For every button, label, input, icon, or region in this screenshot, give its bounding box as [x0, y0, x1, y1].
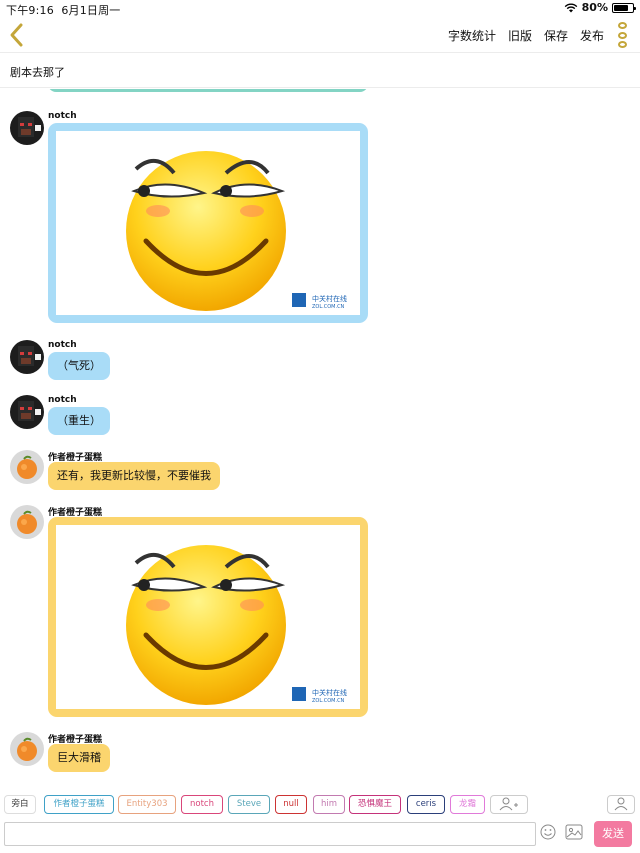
image-frame: 中关村在线 ZOL.COM.CN [56, 131, 360, 315]
watermark-text: 中关村在线 [312, 294, 347, 303]
person-icon [614, 797, 628, 811]
role-chip-fear-lord[interactable]: 恐惧魔王 [349, 795, 401, 814]
more-menu-icon[interactable] [618, 22, 628, 48]
message-input[interactable] [4, 822, 536, 846]
back-arrow-icon[interactable] [6, 21, 28, 49]
battery-level-fill [614, 4, 629, 11]
avatar-author[interactable] [10, 732, 44, 766]
username: notch [48, 111, 77, 121]
role-selector-bar: 旁白 作者橙子蛋糕 Entity303 notch Steve null him… [0, 789, 640, 820]
role-chip-null[interactable]: null [275, 795, 307, 814]
script-title: 剧本去那了 [10, 66, 65, 79]
script-bar[interactable]: 剧本去那了 [0, 54, 640, 88]
smiley-face-image: 中关村在线 ZOL.COM.CN [126, 151, 347, 311]
username: notch [48, 340, 77, 350]
old-version-button[interactable]: 旧版 [508, 27, 532, 44]
role-chip-narrator[interactable]: 旁白 [4, 795, 36, 814]
text-message-bubble[interactable]: 还有，我更新比较慢，不要催我 [48, 462, 220, 490]
text-message-bubble[interactable]: 巨大滑稽 [48, 744, 110, 772]
watermark-sub: ZOL.COM.CN [312, 304, 345, 310]
avatar-notch[interactable] [10, 395, 44, 429]
watermark-sub: ZOL.COM.CN [312, 698, 345, 704]
watermark-text: 中关村在线 [312, 688, 347, 697]
word-count-button[interactable]: 字数统计 [448, 27, 496, 44]
role-chip-him[interactable]: him [313, 795, 345, 814]
add-role-button[interactable] [490, 795, 528, 814]
status-bar: 下午9:16 6月1日周一 80% [0, 0, 640, 17]
nav-bar: 字数统计 旧版 保存 发布 [0, 17, 640, 53]
role-chip-steve[interactable]: Steve [228, 795, 270, 814]
input-bar: 发送 [0, 820, 640, 853]
wifi-icon [564, 3, 577, 12]
save-button[interactable]: 保存 [544, 27, 568, 44]
role-chip-author[interactable]: 作者橙子蛋糕 [44, 795, 114, 814]
send-button[interactable]: 发送 [594, 821, 632, 847]
role-chip-entity303[interactable]: Entity303 [118, 795, 176, 814]
avatar-notch[interactable] [10, 111, 44, 145]
status-date: 6月1日周一 [61, 4, 121, 17]
emoji-icon[interactable] [540, 824, 556, 840]
chat-area[interactable]: notch 中关村在线 ZOL.COM.CN notch （气死） notch … [0, 89, 640, 789]
status-time: 下午9:16 [6, 4, 54, 17]
role-chip-longshuang[interactable]: 龙霜 [450, 795, 485, 814]
image-message-bubble[interactable]: 中关村在线 ZOL.COM.CN [48, 123, 368, 323]
add-person-icon [499, 797, 518, 811]
role-chip-ceris[interactable]: ceris [407, 795, 445, 814]
username: notch [48, 395, 77, 405]
nav-actions: 字数统计 旧版 保存 发布 [448, 27, 604, 44]
battery-icon [612, 2, 636, 13]
previous-image-bubble[interactable] [48, 89, 368, 92]
text-message-bubble[interactable]: （重生） [48, 407, 110, 435]
publish-button[interactable]: 发布 [580, 27, 604, 44]
battery-percent: 80% [581, 1, 608, 14]
profile-button[interactable] [607, 795, 635, 814]
avatar-author[interactable] [10, 505, 44, 539]
role-chip-notch[interactable]: notch [181, 795, 223, 814]
smiley-face-image: 中关村在线 ZOL.COM.CN [126, 545, 347, 705]
image-frame: 中关村在线 ZOL.COM.CN [56, 525, 360, 709]
image-icon[interactable] [565, 824, 583, 840]
image-message-bubble[interactable]: 中关村在线 ZOL.COM.CN [48, 517, 368, 717]
avatar-notch[interactable] [10, 340, 44, 374]
avatar-author[interactable] [10, 450, 44, 484]
text-message-bubble[interactable]: （气死） [48, 352, 110, 380]
